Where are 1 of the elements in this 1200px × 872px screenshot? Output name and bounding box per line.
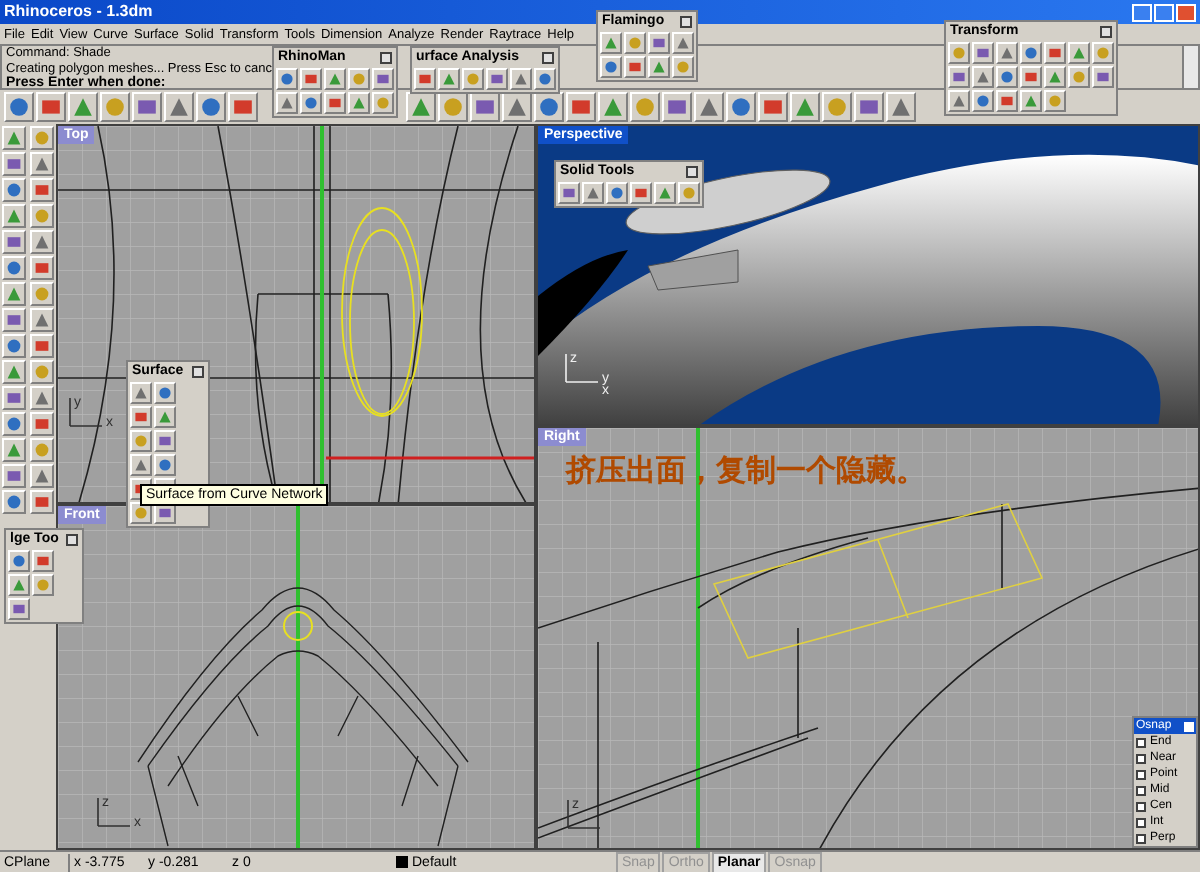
- window-title: Rhinoceros - 1.3dm: [4, 2, 153, 22]
